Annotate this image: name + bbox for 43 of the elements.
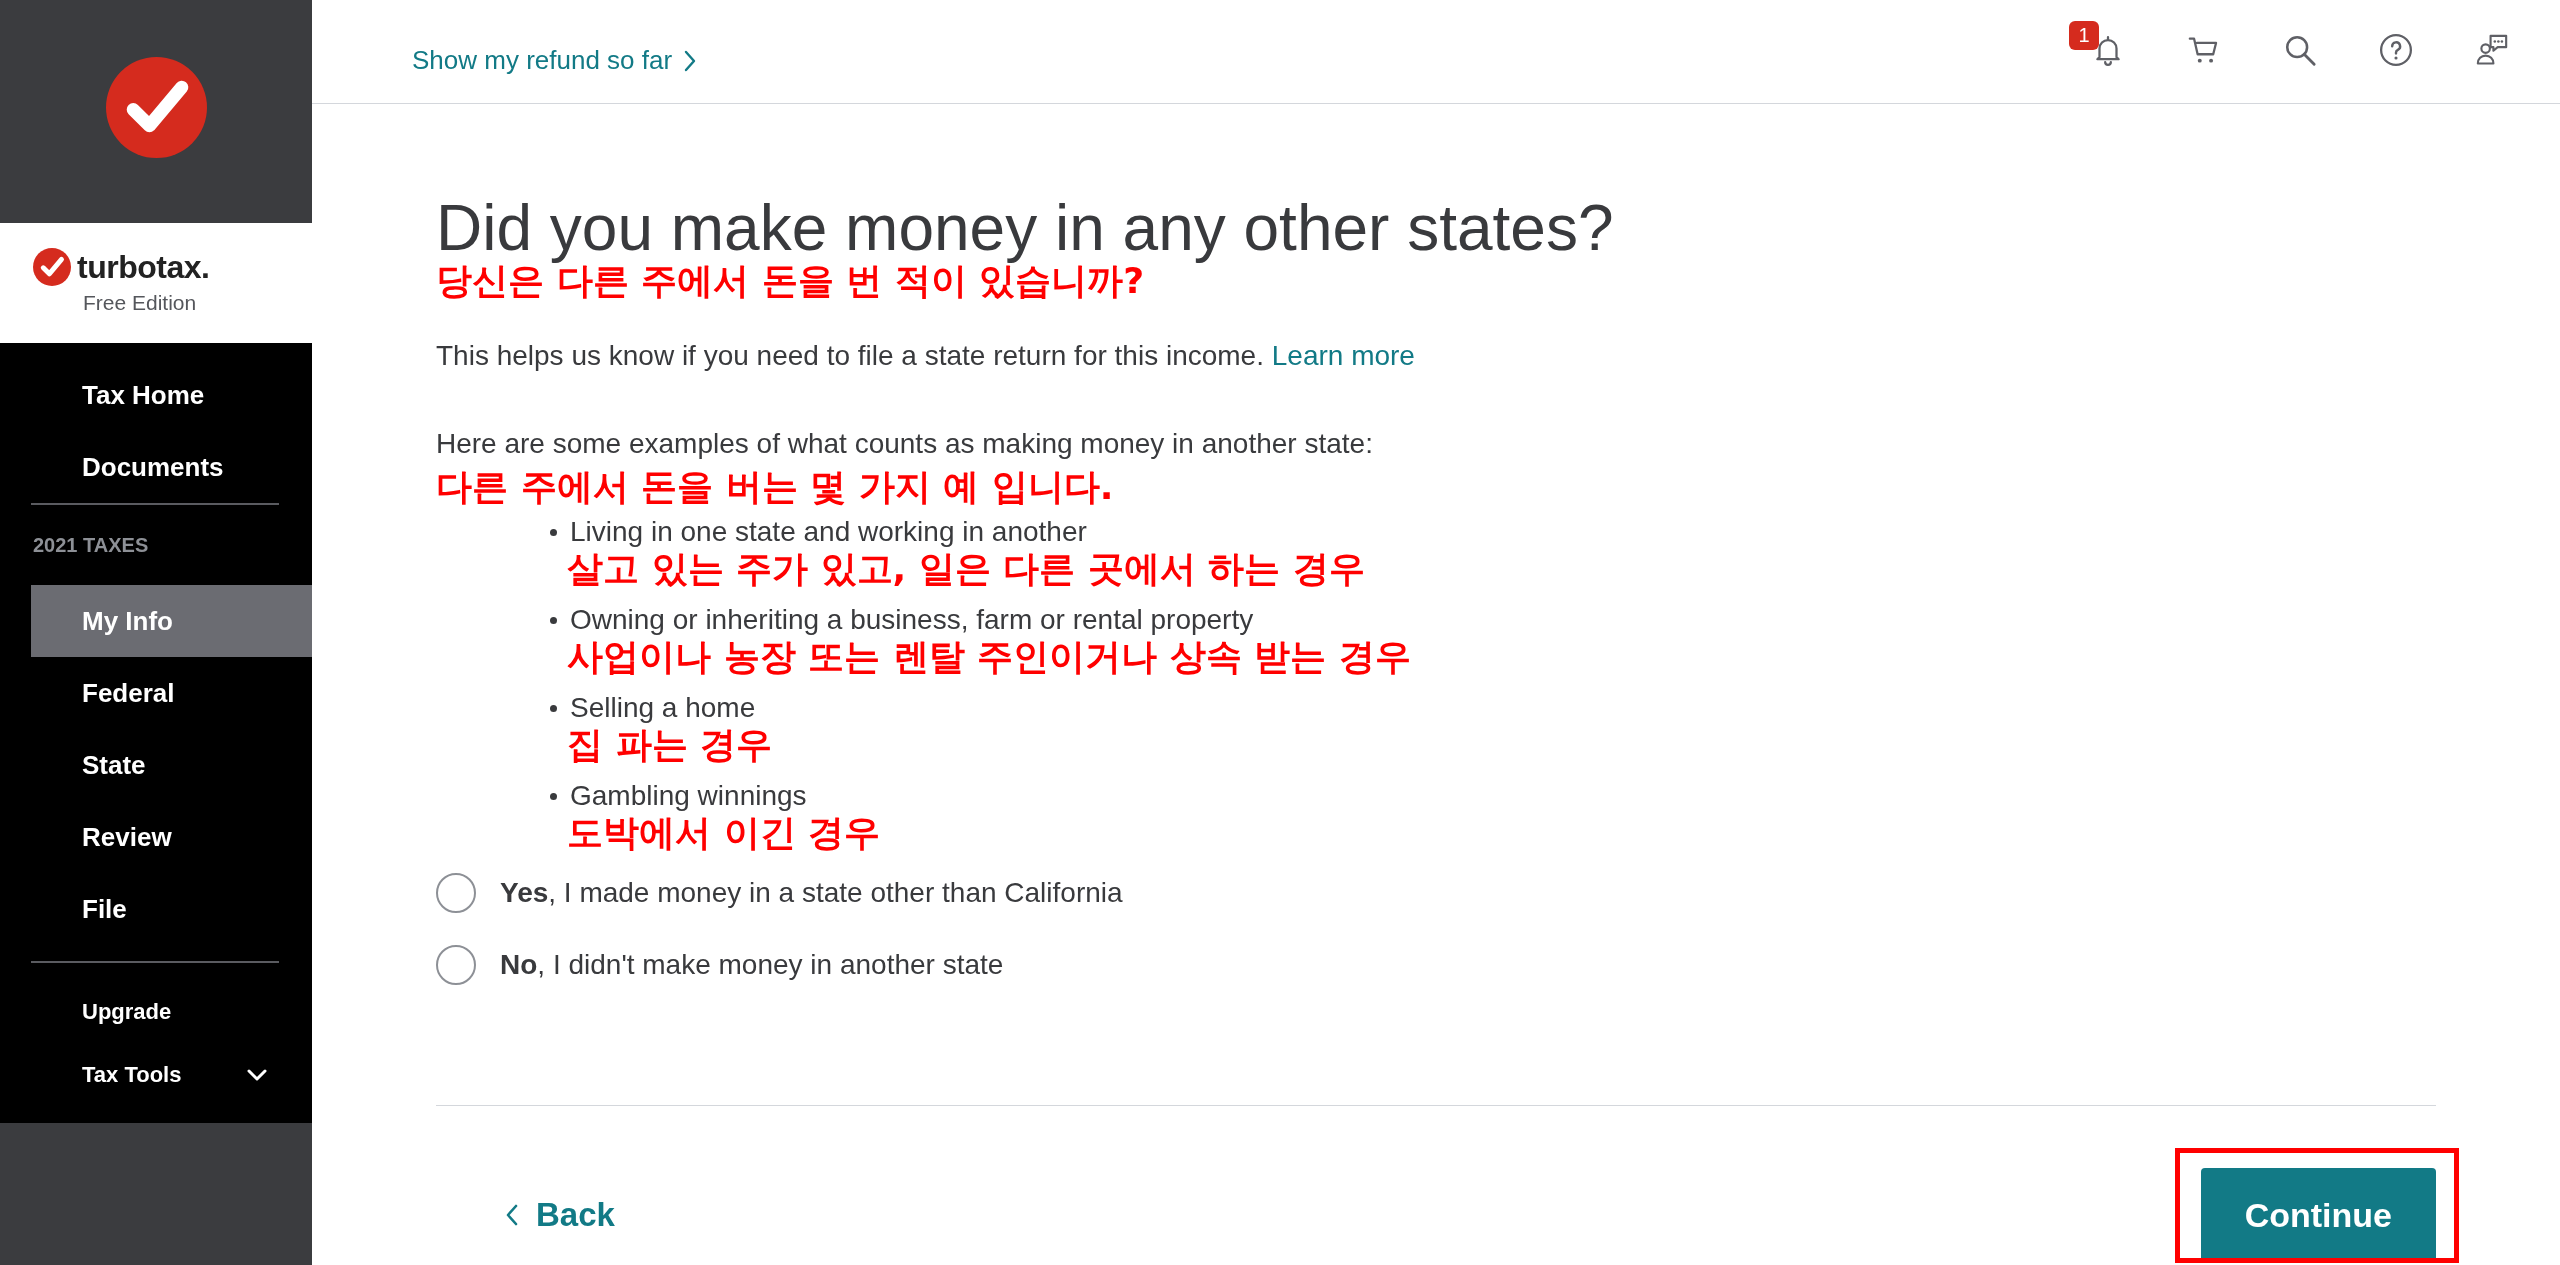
checkmark-logo-icon[interactable] xyxy=(105,57,207,158)
checkmark-logo-icon xyxy=(33,248,71,286)
bullet-icon xyxy=(550,528,557,536)
help-icon[interactable] xyxy=(2379,32,2413,67)
learn-more-link[interactable]: Learn more xyxy=(1271,340,1415,371)
nav-item[interactable]: Federal xyxy=(31,657,312,729)
translation-annotation: 사업이나 농장 또는 렌탈 주인이거나 상속 받는 경우 xyxy=(567,638,1411,676)
person-speech-bubble-icon[interactable] xyxy=(2475,32,2509,67)
nav-item[interactable]: State xyxy=(31,729,312,801)
nav-link[interactable]: Upgrade xyxy=(82,998,172,1025)
example-text: Selling a home xyxy=(570,691,757,725)
bullet-icon xyxy=(550,616,557,624)
chevron-down-icon[interactable] xyxy=(247,1068,267,1081)
nav-item[interactable]: My Info xyxy=(31,585,312,657)
page-title: Did you make money in any other states? xyxy=(436,192,1615,265)
examples-intro-text: Here are some examples of what counts as making money in another state: xyxy=(436,427,1374,461)
chevron-right-icon xyxy=(684,49,697,72)
example-text: Gambling winnings xyxy=(570,779,808,813)
translation-annotation: 다른 주에서 돈을 버는 몇 가지 예 입니다. xyxy=(436,466,1115,508)
nav-item[interactable]: Documents xyxy=(31,431,312,503)
chevron-left-icon xyxy=(506,1204,518,1226)
back-button[interactable]: Back xyxy=(506,1196,615,1234)
nav-item[interactable]: File xyxy=(31,873,312,945)
brand-wordmark: turbotax. xyxy=(77,248,210,286)
nav-item[interactable]: Review xyxy=(31,801,312,873)
translation-annotation: 도박에서 이긴 경우 xyxy=(567,814,881,852)
refund-link[interactable]: Show my refund so far xyxy=(412,45,697,76)
intro-text: This helps us know if you need to file a state return for this income. Learn more xyxy=(436,339,1416,373)
radio-button[interactable] xyxy=(436,873,476,913)
translation-annotation: 집 파는 경우 xyxy=(567,726,773,764)
nav-dropdown[interactable]: Tax Tools xyxy=(82,1061,182,1088)
bullet-icon xyxy=(550,792,557,800)
notification-badge: 1 xyxy=(2069,20,2099,50)
nav-item[interactable]: Tax Home xyxy=(31,359,312,431)
radio-option[interactable]: Yes, I made money in a state other than California xyxy=(436,873,1123,913)
radio-button[interactable] xyxy=(436,945,476,985)
translation-annotation: 살고 있는 주가 있고, 일은 다른 곳에서 하는 경우 xyxy=(567,550,1365,588)
example-text: Living in one state and working in another xyxy=(570,515,1088,549)
radio-option[interactable]: No, I didn't make money in another state xyxy=(436,945,1004,985)
example-text: Owning or inheriting a business, farm or rental property xyxy=(570,603,1255,637)
bullet-icon xyxy=(550,704,557,712)
section-heading: 2021 TAXES xyxy=(33,533,149,557)
edition-label: Free Edition xyxy=(83,290,197,316)
